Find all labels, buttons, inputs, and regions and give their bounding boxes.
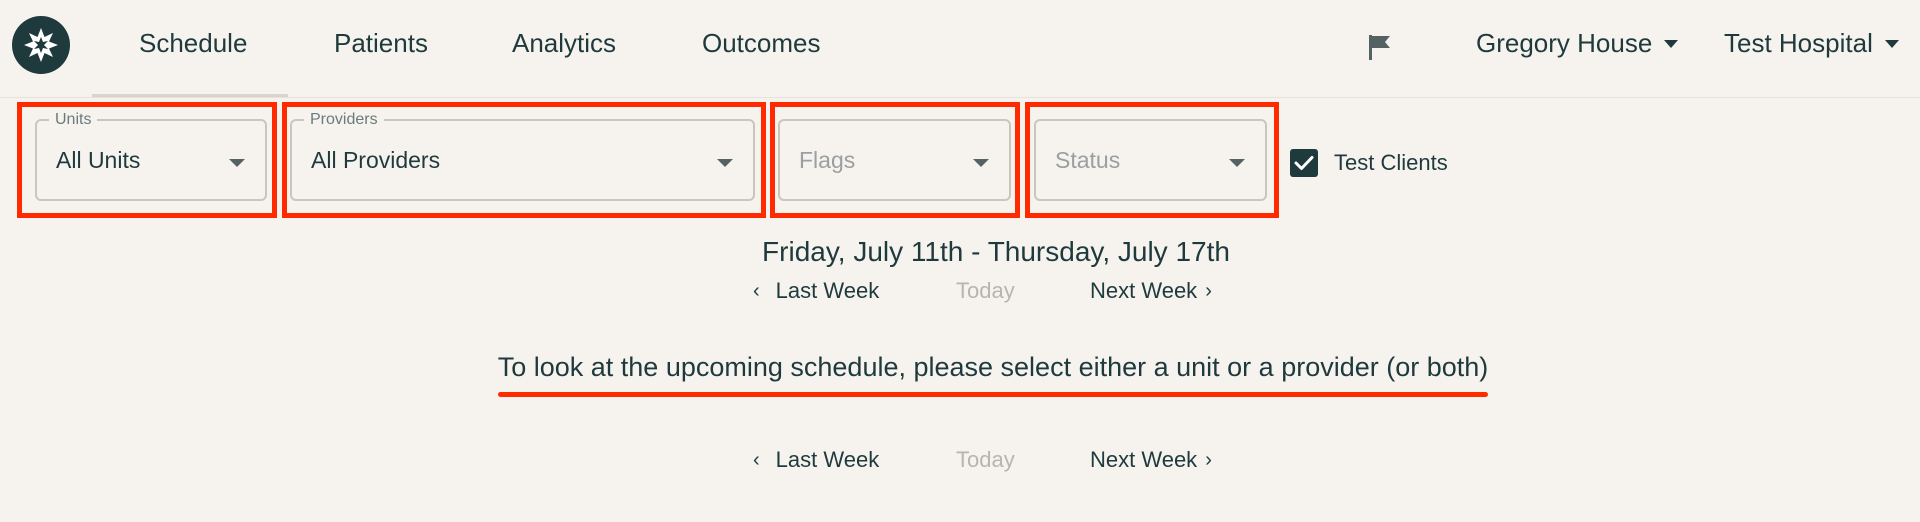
- providers-legend: Providers: [304, 111, 384, 129]
- app-logo-icon[interactable]: [12, 16, 70, 74]
- hospital-menu[interactable]: Test Hospital: [1724, 28, 1899, 59]
- user-menu[interactable]: Gregory House: [1476, 28, 1679, 59]
- highlight-underline: [498, 392, 1488, 397]
- star-badge-icon: [24, 28, 58, 62]
- units-legend: Units: [49, 111, 98, 129]
- nav-analytics[interactable]: Analytics: [512, 28, 616, 62]
- chevron-left-icon: ‹: [753, 280, 760, 302]
- chevron-right-icon: ›: [1205, 449, 1212, 471]
- nav-outcomes[interactable]: Outcomes: [702, 28, 821, 62]
- units-select[interactable]: Units All Units: [35, 111, 267, 201]
- date-range-heading: Friday, July 11th - Thursday, July 17th: [762, 236, 1230, 267]
- week-navigation-bottom: ‹ Last Week Today Next Week ›: [753, 447, 1233, 477]
- nav-schedule[interactable]: Schedule: [139, 28, 247, 62]
- top-navigation-bar: Schedule Patients Analytics Outcomes Gre…: [0, 0, 1920, 98]
- week-navigation-top: ‹ Last Week Today Next Week ›: [753, 278, 1233, 308]
- caret-down-icon: [973, 159, 989, 167]
- caret-down-icon: [1664, 39, 1679, 48]
- last-week-button[interactable]: ‹ Last Week: [753, 447, 879, 473]
- last-week-label: Last Week: [775, 278, 880, 303]
- flag-icon[interactable]: [1366, 32, 1394, 62]
- user-name: Gregory House: [1476, 28, 1653, 58]
- units-value: All Units: [56, 147, 141, 173]
- test-clients-checkbox[interactable]: [1290, 149, 1318, 177]
- status-select[interactable]: Status: [1034, 119, 1267, 201]
- today-button[interactable]: Today: [956, 447, 1015, 473]
- next-week-label: Next Week: [1090, 447, 1198, 472]
- providers-select[interactable]: Providers All Providers: [290, 111, 755, 201]
- next-week-button[interactable]: Next Week ›: [1090, 278, 1212, 304]
- checkmark-icon: [1294, 156, 1314, 170]
- last-week-label: Last Week: [775, 447, 880, 472]
- test-clients-label[interactable]: Test Clients: [1334, 150, 1448, 176]
- flags-placeholder: Flags: [799, 147, 856, 173]
- caret-down-icon: [1884, 39, 1899, 48]
- flags-select[interactable]: Flags: [778, 119, 1011, 201]
- nav-patients[interactable]: Patients: [334, 28, 428, 62]
- caret-down-icon: [229, 159, 245, 167]
- chevron-left-icon: ‹: [753, 449, 760, 471]
- hospital-name: Test Hospital: [1724, 28, 1873, 58]
- providers-value: All Providers: [311, 147, 441, 173]
- next-week-button[interactable]: Next Week ›: [1090, 447, 1212, 473]
- next-week-label: Next Week: [1090, 278, 1198, 303]
- last-week-button[interactable]: ‹ Last Week: [753, 278, 879, 304]
- active-tab-indicator: [92, 94, 288, 97]
- chevron-right-icon: ›: [1205, 280, 1212, 302]
- caret-down-icon: [1229, 159, 1245, 167]
- status-placeholder: Status: [1055, 147, 1121, 173]
- today-button[interactable]: Today: [956, 278, 1015, 304]
- empty-schedule-message: To look at the upcoming schedule, please…: [497, 352, 1489, 382]
- caret-down-icon: [717, 159, 733, 167]
